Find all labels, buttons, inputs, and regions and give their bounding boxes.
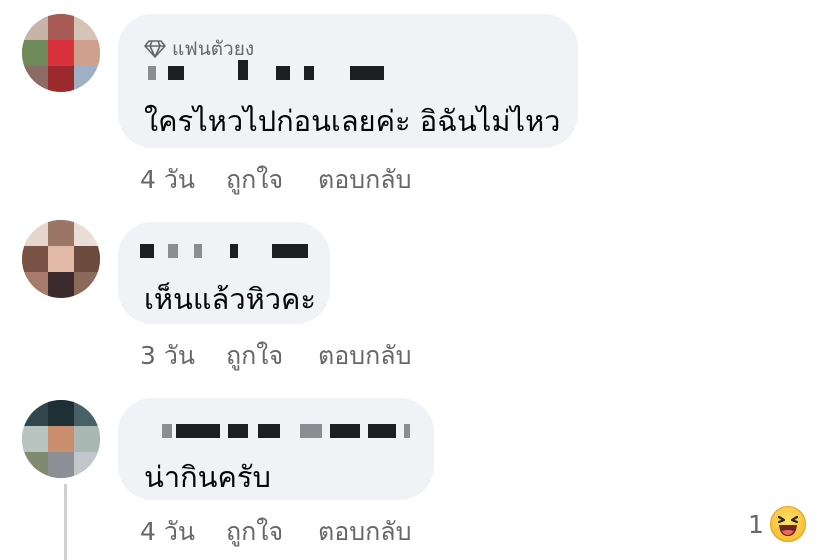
comment-time[interactable]: 4 วัน (140, 512, 195, 552)
like-button[interactable]: ถูกใจ (226, 512, 283, 552)
laughing-emoji-icon (769, 506, 806, 542)
commenter-name[interactable] (148, 60, 384, 80)
comment-time[interactable]: 4 วัน (140, 160, 195, 200)
like-button[interactable]: ถูกใจ (226, 336, 283, 376)
diamond-icon (144, 40, 166, 58)
like-button[interactable]: ถูกใจ (226, 160, 283, 200)
comment-text: น่ากินครับ (144, 460, 271, 494)
commenter-name[interactable] (140, 244, 312, 258)
reaction-summary[interactable]: 1 (748, 506, 806, 542)
comment-bubble: เห็นแล้วหิวคะ (118, 222, 330, 324)
reaction-count: 1 (748, 509, 764, 539)
reply-button[interactable]: ตอบกลับ (318, 512, 411, 552)
reply-button[interactable]: ตอบกลับ (318, 160, 411, 200)
avatar[interactable] (22, 220, 100, 298)
commenter-name[interactable] (162, 424, 412, 438)
comment-text: ใครไหวไปก่อนเลยค่ะ อิฉันไม่ไหว (144, 104, 561, 138)
comment-bubble: น่ากินครับ (118, 398, 434, 500)
avatar[interactable] (22, 400, 100, 478)
reply-button[interactable]: ตอบกลับ (318, 336, 411, 376)
avatar[interactable] (22, 14, 100, 92)
comment-time[interactable]: 3 วัน (140, 336, 195, 376)
comment-text: เห็นแล้วหิวคะ (144, 282, 316, 316)
comment-bubble: แฟนตัวยง ใครไหวไปก่อนเลยค่ะ อิฉันไม่ไหว (118, 14, 578, 148)
reply-thread-line (64, 484, 67, 560)
